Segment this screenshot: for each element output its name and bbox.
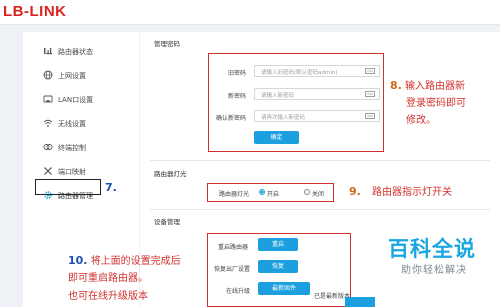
globe-icon (43, 70, 53, 80)
reboot-button[interactable]: 重启 (258, 238, 298, 251)
step-9-text: 路由器指示灯开关 (372, 187, 453, 198)
step-10-line3: 也可在线升级版本 (68, 291, 148, 302)
section-title-password: 管理密码 (154, 40, 180, 48)
step-10-annotation: 10. 将上面的设置完成后 (68, 253, 181, 269)
sidebar-item-label: 无线设置 (58, 120, 86, 128)
section-title-device: 设备管理 (154, 218, 180, 226)
sidebar-item-internet[interactable]: 上网设置 (23, 63, 139, 87)
sidebar-item-wireless[interactable]: 无线设置 (23, 111, 139, 135)
sidebar-item-label: LAN口设置 (58, 96, 94, 104)
step-9-number: 9. (349, 185, 361, 198)
lan-port-icon (43, 95, 53, 103)
upgrade-label: 在线升级 (226, 288, 251, 295)
step-9-annotation: 9. 路由器指示灯开关 (349, 184, 452, 200)
upgrade-button[interactable]: 最新固件 (258, 282, 310, 295)
step-8-number: 8. (390, 79, 402, 92)
step-8-annotation: 8. 输入路由器新 (390, 78, 465, 94)
sidebar-item-lan[interactable]: LAN口设置 (23, 87, 139, 111)
old-password-input[interactable]: 请输入旧密码(默认密码admin) (254, 65, 380, 77)
old-password-label: 旧密码 (227, 70, 246, 77)
led-label: 路由器灯光 (219, 191, 250, 198)
section-title-led: 路由器灯光 (154, 170, 187, 178)
led-on-label[interactable]: 开启 (267, 189, 279, 198)
new-password-input[interactable]: 请输入新密码 (254, 88, 380, 100)
watermark-title: 百科全说 (388, 238, 476, 261)
keyboard-icon[interactable] (365, 91, 375, 97)
step-10-number: 10. (68, 254, 88, 267)
led-on-radio[interactable] (259, 189, 265, 195)
reset-label: 恢复出厂设置 (214, 266, 251, 273)
reset-button[interactable]: 恢复 (258, 260, 298, 273)
sidebar-item-label: 路由器状态 (58, 48, 93, 56)
sidebar-item-label: 端口映射 (58, 168, 86, 176)
step-10-line2: 即可重启路由器。 (68, 273, 148, 284)
brand-logo: LB-LINK (3, 3, 67, 20)
step-8-text: 输入路由器新 (405, 81, 466, 92)
divider (150, 160, 490, 161)
confirm-password-label: 确认新密码 (215, 115, 246, 122)
top-bar (0, 0, 500, 25)
step-8-line2: 登录密码即可 (406, 98, 466, 109)
divider (150, 209, 490, 210)
led-off-label[interactable]: 关闭 (312, 189, 324, 198)
network-status-icon (44, 48, 52, 55)
sidebar-item-label: 上网设置 (58, 72, 86, 80)
watermark-subtitle: 助你轻松解决 (401, 265, 467, 276)
led-off-radio[interactable] (304, 189, 310, 195)
step-7-label: 7. (105, 181, 117, 194)
device-control-icon (43, 144, 53, 150)
sidebar-item-status[interactable]: 路由器状态 (23, 39, 139, 63)
confirm-password-input[interactable]: 请再次输入新密码 (254, 110, 380, 122)
action-button[interactable] (345, 297, 375, 307)
keyboard-icon[interactable] (365, 68, 375, 74)
sidebar-item-label: 终端控制 (58, 144, 86, 152)
new-password-label: 新密码 (227, 93, 246, 100)
keyboard-icon[interactable] (365, 113, 375, 119)
sidebar-item-device-control[interactable]: 终端控制 (23, 135, 139, 159)
step-10-text: 将上面的设置完成后 (90, 256, 181, 267)
step-8-line3: 修改。 (406, 115, 436, 126)
tools-icon (44, 167, 52, 175)
highlight-box (35, 179, 101, 195)
wifi-icon (43, 119, 53, 127)
reboot-label: 重启路由器 (218, 244, 249, 251)
confirm-button[interactable]: 确定 (254, 131, 299, 144)
